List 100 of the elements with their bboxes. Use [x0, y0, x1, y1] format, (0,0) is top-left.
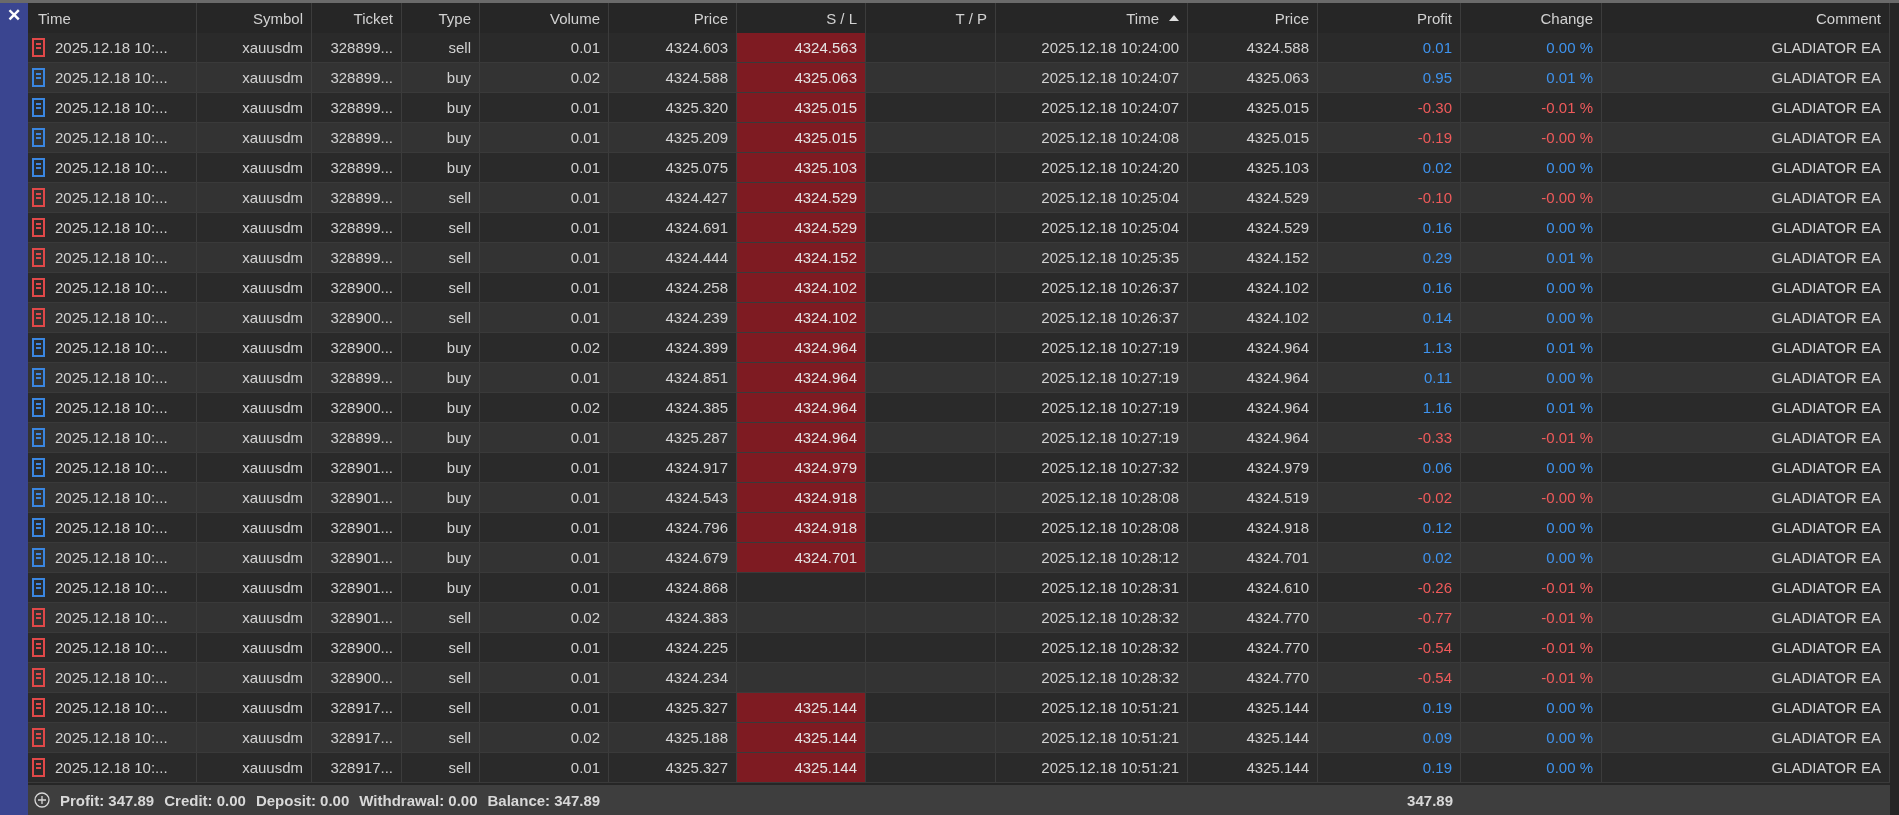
table-cell: 4325.015: [1246, 129, 1309, 146]
table-cell: sell: [448, 639, 471, 656]
table-cell: 2025.12.18 10:27:19: [1041, 339, 1179, 356]
table-cell: 0.01: [570, 429, 600, 446]
table-cell: 1.13: [1422, 339, 1452, 356]
table-cell: 328899...: [330, 39, 393, 56]
table-cell: buy: [446, 369, 471, 386]
table-cell: sell: [448, 609, 471, 626]
table-cell: 328900...: [330, 279, 393, 296]
table-cell: GLADIATOR EA: [1771, 729, 1881, 746]
table-cell: 0.16: [1422, 219, 1452, 236]
table-cell: 4324.796: [665, 519, 728, 536]
table-cell: 2025.12.18 10:51:21: [1041, 759, 1179, 776]
table-cell: -0.01 %: [1541, 579, 1593, 596]
expand-plus-icon[interactable]: [34, 792, 50, 808]
table-cell: 2025.12.18 10:28:32: [1041, 669, 1179, 686]
table-cell: xauusdm: [242, 129, 303, 146]
table-cell: 2025.12.18 10:...: [55, 459, 168, 476]
stop-loss-cell: 4324.964: [737, 333, 866, 362]
stop-loss-cell: 4324.102: [737, 303, 866, 332]
table-cell: 4324.918: [1246, 519, 1309, 536]
table-cell: 2025.12.18 10:...: [55, 159, 168, 176]
table-cell: 4324.427: [665, 189, 728, 206]
table-cell: 0.00 %: [1546, 219, 1593, 236]
table-cell: 2025.12.18 10:...: [55, 369, 168, 386]
table-cell: 2025.12.18 10:25:35: [1041, 249, 1179, 266]
table-cell: 328899...: [330, 249, 393, 266]
summary-text: Withdrawal: 0.00: [359, 791, 478, 809]
table-cell: GLADIATOR EA: [1771, 699, 1881, 716]
table-cell: 2025.12.18 10:24:07: [1041, 99, 1179, 116]
table-cell: 4324.979: [1246, 459, 1309, 476]
table-cell: -0.00 %: [1541, 489, 1593, 506]
table-cell: 4325.075: [665, 159, 728, 176]
table-cell: 0.00 %: [1546, 279, 1593, 296]
table-cell: -0.00 %: [1541, 189, 1593, 206]
table-cell: buy: [446, 519, 471, 536]
stop-loss-cell: 4324.918: [737, 513, 866, 542]
table-cell: 0.01: [570, 279, 600, 296]
table-cell: -0.01 %: [1541, 429, 1593, 446]
table-cell: 2025.12.18 10:...: [55, 279, 168, 296]
table-cell: 328899...: [330, 159, 393, 176]
table-cell: 0.11: [1423, 369, 1452, 386]
table-cell: 2025.12.18 10:24:08: [1041, 129, 1179, 146]
table-cell: GLADIATOR EA: [1771, 279, 1881, 296]
table-cell: 4324.152: [1246, 249, 1309, 266]
table-cell: 4325.327: [665, 759, 728, 776]
table-cell: 0.00 %: [1546, 309, 1593, 326]
table-cell: 328901...: [330, 579, 393, 596]
stop-loss-cell: 4325.144: [737, 753, 866, 782]
table-cell: -0.26: [1417, 579, 1452, 596]
table-cell: 2025.12.18 10:27:19: [1041, 429, 1179, 446]
table-cell: 0.00 %: [1546, 519, 1593, 536]
stop-loss-cell: 4324.529: [737, 213, 866, 242]
table-cell: 0.01 %: [1546, 249, 1593, 266]
table-cell: 2025.12.18 10:...: [55, 669, 168, 686]
table-cell: 2025.12.18 10:...: [55, 699, 168, 716]
table-cell: 4324.444: [665, 249, 728, 266]
table-cell: 328899...: [330, 369, 393, 386]
table-cell: 0.01: [570, 759, 600, 776]
table-cell: 4325.103: [1246, 159, 1309, 176]
close-button[interactable]: ✕: [7, 3, 21, 29]
table-cell: 0.02: [570, 729, 600, 746]
table-cell: 0.00 %: [1546, 729, 1593, 746]
table-cell: 0.00 %: [1546, 459, 1593, 476]
table-cell: 328900...: [330, 639, 393, 656]
table-cell: 0.01: [570, 549, 600, 566]
table-cell: 2025.12.18 10:...: [55, 69, 168, 86]
table-cell: 2025.12.18 10:28:31: [1041, 579, 1179, 596]
table-cell: -0.10: [1417, 189, 1452, 206]
stop-loss-cell: 4324.563: [737, 33, 866, 62]
table-cell: buy: [446, 489, 471, 506]
table-cell: 2025.12.18 10:...: [55, 39, 168, 56]
table-cell: 4324.610: [1246, 579, 1309, 596]
table-cell: 2025.12.18 10:...: [55, 429, 168, 446]
table-cell: sell: [448, 699, 471, 716]
table-cell: buy: [446, 159, 471, 176]
table-cell: 0.00 %: [1546, 549, 1593, 566]
table-cell: xauusdm: [242, 189, 303, 206]
stop-loss-cell: 4325.103: [737, 153, 866, 182]
table-cell: xauusdm: [242, 609, 303, 626]
table-cell: 0.00 %: [1546, 369, 1593, 386]
table-cell: 4324.102: [1246, 309, 1309, 326]
table-cell: 2025.12.18 10:...: [55, 579, 168, 596]
table-cell: 4324.964: [1246, 369, 1309, 386]
table-cell: 0.95: [1422, 69, 1452, 86]
table-cell: 0.01: [570, 219, 600, 236]
table-cell: xauusdm: [242, 429, 303, 446]
table-cell: 2025.12.18 10:25:04: [1041, 189, 1179, 206]
table-cell: 0.01: [1422, 39, 1452, 56]
table-cell: 2025.12.18 10:...: [55, 639, 168, 656]
table-cell: sell: [448, 279, 471, 296]
table-cell: 0.02: [1422, 549, 1452, 566]
stop-loss-cell: 4324.964: [737, 363, 866, 392]
table-cell: sell: [448, 669, 471, 686]
table-cell: 328917...: [330, 729, 393, 746]
table-cell: sell: [448, 309, 471, 326]
table-cell: 2025.12.18 10:...: [55, 219, 168, 236]
table-cell: buy: [446, 99, 471, 116]
table-cell: xauusdm: [242, 219, 303, 236]
table-cell: 2025.12.18 10:...: [55, 309, 168, 326]
